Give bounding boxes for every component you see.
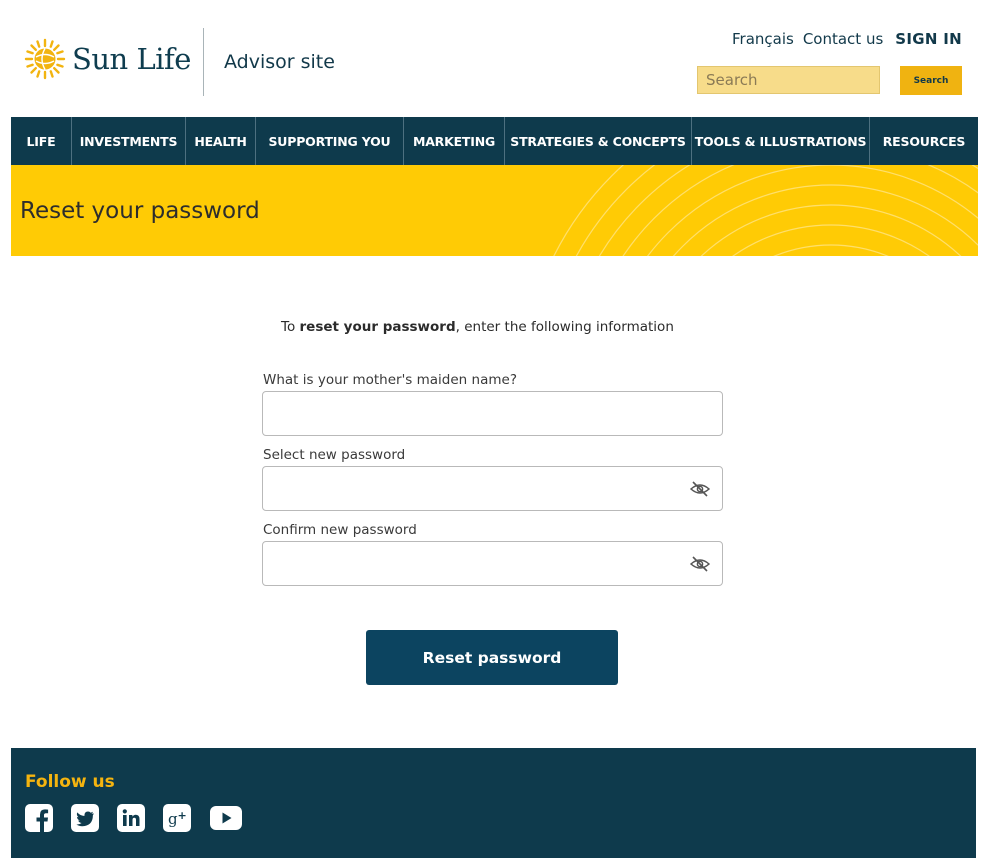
sun-icon — [24, 38, 66, 80]
reset-password-button[interactable]: Reset password — [366, 630, 618, 685]
nav-item-strategies-concepts[interactable]: STRATEGIES & CONCEPTS — [505, 117, 692, 165]
social-links: g + — [25, 804, 243, 832]
nav-item-supporting-you[interactable]: SUPPORTING YOU — [256, 117, 404, 165]
logo-divider — [203, 28, 204, 96]
brand-name: Sun Life — [72, 42, 191, 76]
facebook-icon[interactable] — [25, 804, 53, 832]
nav-item-investments[interactable]: INVESTMENTS — [72, 117, 186, 165]
maiden-name-label: What is your mother's maiden name? — [263, 372, 517, 388]
sign-in-link[interactable]: SIGN IN — [895, 30, 962, 48]
sun-life-logo[interactable]: Sun Life — [24, 38, 191, 80]
utility-links: Français Contact us SIGN IN — [732, 30, 962, 48]
nav-item-life[interactable]: LIFE — [11, 117, 72, 165]
google-plus-icon[interactable]: g + — [163, 804, 191, 832]
confirm-password-label: Confirm new password — [263, 522, 417, 538]
site-header: Sun Life Advisor site Français Contact u… — [0, 0, 1000, 117]
intro-suffix: , enter the following information — [455, 319, 674, 335]
site-footer: Follow us g + — [11, 748, 976, 858]
new-password-label: Select new password — [263, 447, 406, 463]
nav-item-resources[interactable]: RESOURCES — [870, 117, 978, 165]
confirm-password-input[interactable] — [262, 541, 723, 586]
main-nav: LIFE INVESTMENTS HEALTH SUPPORTING YOU M… — [11, 117, 978, 165]
intro-emphasis: reset your password — [299, 319, 456, 335]
nav-item-marketing[interactable]: MARKETING — [404, 117, 505, 165]
search-button[interactable]: Search — [900, 66, 962, 95]
svg-text:+: + — [178, 809, 187, 822]
nav-item-tools-illustrations[interactable]: TOOLS & ILLUSTRATIONS — [692, 117, 870, 165]
page-title: Reset your password — [20, 198, 260, 224]
follow-us-heading: Follow us — [25, 772, 115, 792]
eye-slash-icon[interactable] — [689, 555, 711, 573]
maiden-name-input[interactable] — [262, 391, 723, 436]
twitter-icon[interactable] — [71, 804, 99, 832]
contact-link[interactable]: Contact us — [803, 30, 883, 48]
svg-text:g: g — [168, 810, 178, 828]
page-banner: Reset your password — [11, 165, 978, 256]
language-link[interactable]: Français — [732, 30, 794, 48]
eye-slash-icon[interactable] — [689, 480, 711, 498]
youtube-icon[interactable] — [209, 804, 243, 832]
nav-item-health[interactable]: HEALTH — [186, 117, 256, 165]
search-input[interactable] — [697, 66, 880, 94]
intro-prefix: To — [281, 319, 300, 335]
new-password-input[interactable] — [262, 466, 723, 511]
site-name: Advisor site — [224, 51, 335, 73]
form-intro: To reset your password, enter the follow… — [281, 319, 674, 335]
linkedin-icon[interactable] — [117, 804, 145, 832]
